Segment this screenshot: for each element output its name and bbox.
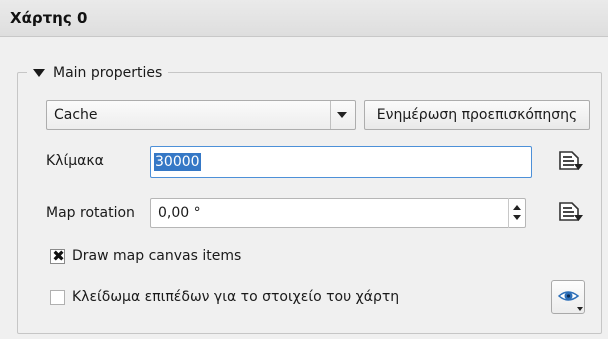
main-properties-toggle[interactable]: Main properties (27, 62, 169, 84)
map-rotation-label: Map rotation (46, 205, 135, 221)
rotation-data-defined-button[interactable] (555, 198, 585, 226)
data-defined-override-icon (559, 151, 583, 170)
lock-layers-checkbox[interactable] (50, 290, 65, 305)
cache-combobox-value: Cache (54, 107, 98, 123)
panel-title: Χάρτης 0 (10, 9, 88, 27)
scale-input[interactable]: 30000 (150, 146, 532, 178)
layer-visibility-button[interactable] (551, 280, 585, 314)
checkmark-icon: ✖ (52, 247, 65, 265)
map-rotation-spinner[interactable] (508, 198, 526, 228)
dropdown-arrow-icon[interactable] (337, 112, 347, 118)
scale-data-defined-button[interactable] (555, 147, 585, 175)
eye-icon (557, 291, 583, 311)
spin-down-icon[interactable] (513, 215, 521, 220)
panel-header: Χάρτης 0 (0, 0, 608, 37)
group-title: Main properties (53, 65, 163, 81)
scale-input-value: 30000 (154, 153, 201, 171)
draw-map-canvas-items-checkbox[interactable]: ✖ (50, 247, 65, 265)
combobox-separator (330, 101, 331, 129)
update-preview-button[interactable]: Ενημέρωση προεπισκόπησης (364, 100, 590, 130)
scale-label: Κλίμακα (46, 153, 104, 169)
spin-up-icon[interactable] (513, 205, 521, 210)
data-defined-override-icon (559, 202, 583, 221)
map-rotation-value: 0,00 ° (158, 205, 201, 221)
cache-combobox[interactable]: Cache (46, 100, 356, 130)
collapse-triangle-icon[interactable] (33, 69, 45, 77)
draw-map-canvas-items-label[interactable]: Draw map canvas items (72, 248, 241, 264)
map-rotation-input[interactable]: 0,00 ° (150, 198, 526, 228)
lock-layers-label[interactable]: Κλείδωμα επιπέδων για το στοιχείο του χά… (72, 289, 399, 305)
